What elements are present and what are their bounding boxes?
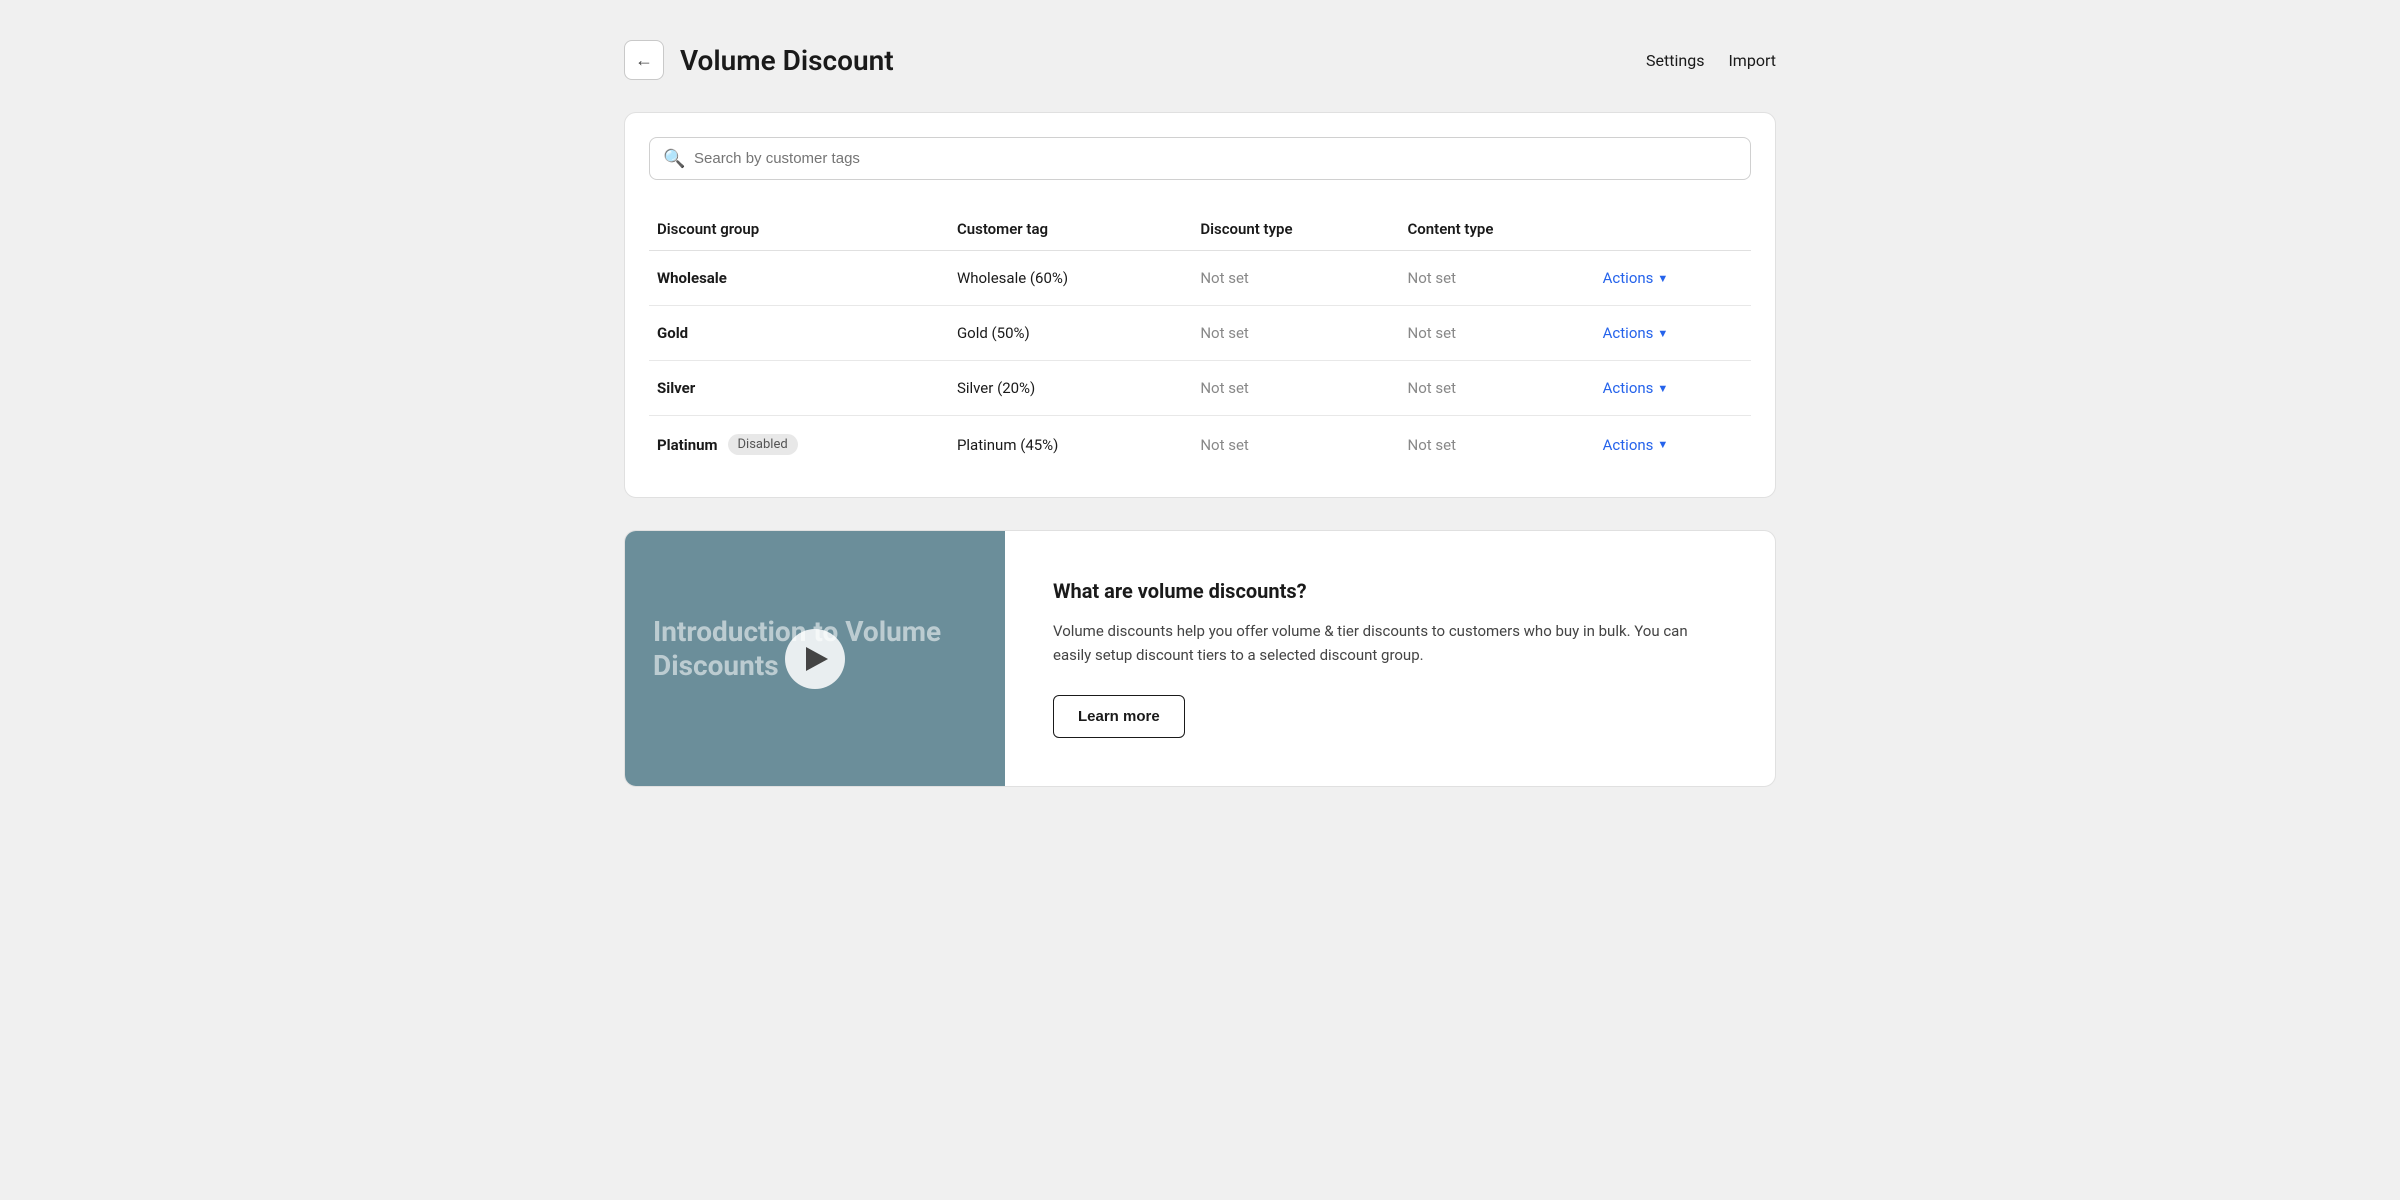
search-container: 🔍 [649,137,1751,180]
group-name: PlatinumDisabled [657,434,941,455]
back-button[interactable]: ← [624,40,664,80]
discount-type: Not set [1192,416,1399,474]
table-row: GoldGold (50%)Not setNot setActions ▼ [649,306,1751,361]
content-type: Not set [1400,361,1595,416]
customer-tag: Wholesale (60%) [949,251,1192,306]
col-header-customer-tag: Customer tag [949,208,1192,251]
group-name: Gold [657,324,941,342]
actions-cell: Actions ▼ [1595,306,1751,361]
page-title: Volume Discount [680,44,894,77]
table-row: SilverSilver (20%)Not setNot setActions … [649,361,1751,416]
customer-tag: Gold (50%) [949,306,1192,361]
group-name: Wholesale [657,269,941,287]
discount-type: Not set [1192,251,1399,306]
actions-cell: Actions ▼ [1595,251,1751,306]
table-row: PlatinumDisabledPlatinum (45%)Not setNot… [649,416,1751,474]
col-header-content-type: Content type [1400,208,1595,251]
page-header: ← Volume Discount Settings Import [624,40,1776,80]
table-row: WholesaleWholesale (60%)Not setNot setAc… [649,251,1751,306]
info-card: Introduction to Volume Discounts What ar… [624,530,1776,787]
search-icon: 🔍 [663,148,685,169]
discount-table: Discount group Customer tag Discount typ… [649,208,1751,473]
header-left: ← Volume Discount [624,40,894,80]
actions-button[interactable]: Actions ▼ [1603,379,1669,397]
actions-button[interactable]: Actions ▼ [1603,324,1669,342]
actions-button[interactable]: Actions ▼ [1603,436,1669,454]
info-description: Volume discounts help you offer volume &… [1053,619,1727,667]
actions-button[interactable]: Actions ▼ [1603,269,1669,287]
info-title: What are volume discounts? [1053,579,1727,603]
customer-tag: Platinum (45%) [949,416,1192,474]
content-type: Not set [1400,306,1595,361]
content-type: Not set [1400,251,1595,306]
content-type: Not set [1400,416,1595,474]
col-header-discount-type: Discount type [1192,208,1399,251]
search-input[interactable] [649,137,1751,180]
header-right: Settings Import [1646,51,1776,70]
discount-type: Not set [1192,361,1399,416]
settings-link[interactable]: Settings [1646,51,1704,70]
learn-more-button[interactable]: Learn more [1053,695,1185,738]
play-button[interactable] [785,629,845,689]
actions-cell: Actions ▼ [1595,416,1751,474]
discount-type: Not set [1192,306,1399,361]
play-icon [806,647,828,671]
info-content: What are volume discounts? Volume discou… [1005,531,1775,786]
group-name: Silver [657,379,941,397]
customer-tag: Silver (20%) [949,361,1192,416]
main-card: 🔍 Discount group Customer tag Discount t… [624,112,1776,498]
col-header-discount-group: Discount group [649,208,949,251]
col-header-actions [1595,208,1751,251]
disabled-badge: Disabled [728,434,798,455]
video-panel: Introduction to Volume Discounts [625,531,1005,786]
import-link[interactable]: Import [1728,51,1776,70]
actions-cell: Actions ▼ [1595,361,1751,416]
table-header-row: Discount group Customer tag Discount typ… [649,208,1751,251]
